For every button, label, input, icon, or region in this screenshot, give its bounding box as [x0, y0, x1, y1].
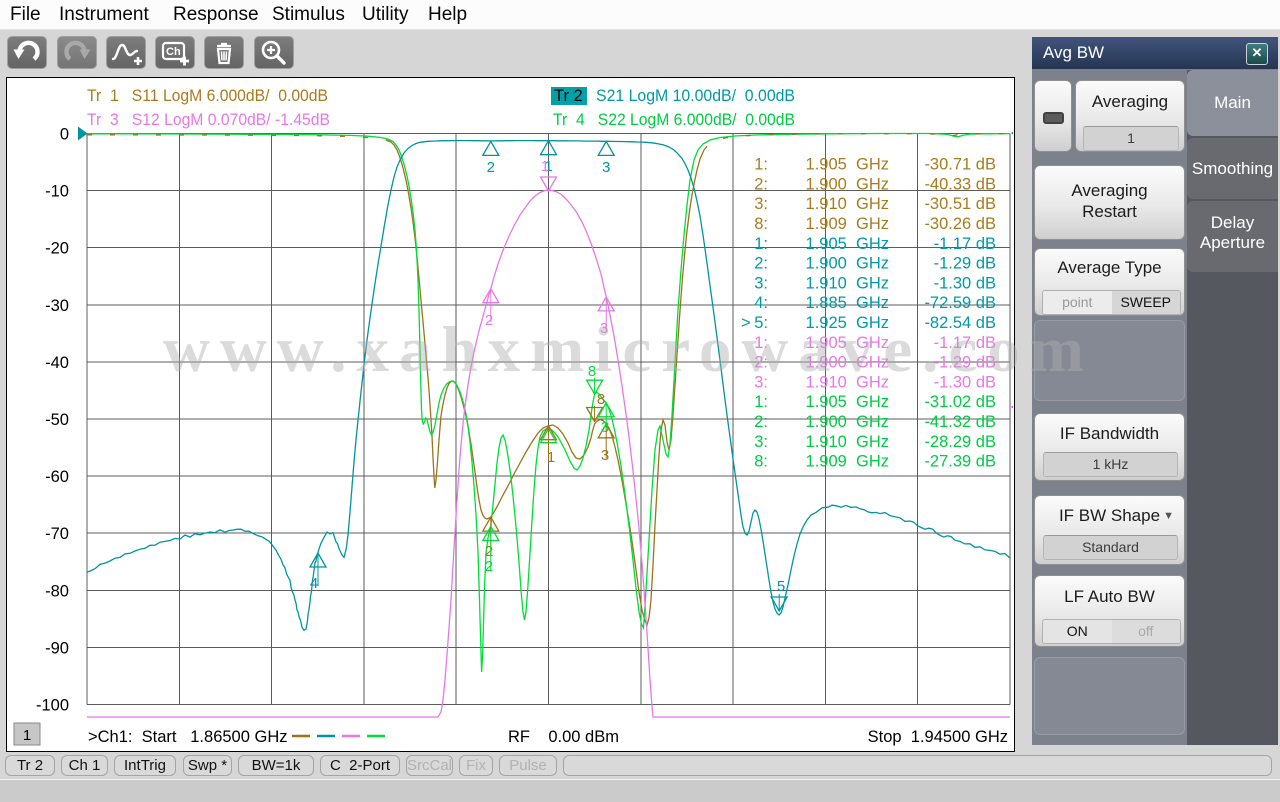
- svg-text:8:: 8:: [754, 215, 768, 233]
- svg-text:3:: 3:: [754, 373, 768, 391]
- svg-text:>: >: [741, 314, 751, 332]
- svg-text:-28.29 dB: -28.29 dB: [924, 433, 996, 451]
- svg-text:Ch: Ch: [166, 46, 181, 58]
- svg-text:3: 3: [601, 419, 609, 436]
- svg-text:-30.51 dB: -30.51 dB: [924, 195, 996, 213]
- svg-text:1.905 GHz: 1.905 GHz: [806, 393, 889, 411]
- svg-text:1:: 1:: [754, 235, 768, 253]
- svg-text:3: 3: [602, 159, 610, 176]
- svg-text:2:: 2:: [754, 175, 768, 193]
- svg-text:1.905 GHz: 1.905 GHz: [806, 334, 889, 352]
- svg-text:S21 LogM 10.00dB/ 0.00dB: S21 LogM 10.00dB/ 0.00dB: [596, 87, 795, 105]
- svg-text:-41.32 dB: -41.32 dB: [924, 413, 996, 431]
- svg-text:1.910 GHz: 1.910 GHz: [806, 195, 889, 213]
- svg-text:-50: -50: [45, 411, 69, 429]
- svg-text:-82.54 dB: -82.54 dB: [924, 314, 996, 332]
- svg-text:1:: 1:: [754, 393, 768, 411]
- svg-text:Tr 3 S12 LogM 0.070dB/ -1.4: Tr 3 S12 LogM 0.070dB/ -1.45dB: [87, 111, 330, 129]
- svg-text:-40.33 dB: -40.33 dB: [924, 175, 996, 193]
- svg-text:2:: 2:: [754, 413, 768, 431]
- svg-text:-1.17 dB: -1.17 dB: [934, 334, 996, 352]
- svg-text:2: 2: [487, 159, 495, 176]
- svg-text:-1.29 dB: -1.29 dB: [934, 354, 996, 372]
- svg-text:-20: -20: [45, 240, 69, 258]
- svg-text:8: 8: [588, 363, 596, 380]
- svg-text:3:: 3:: [754, 433, 768, 451]
- svg-text:1.900 GHz: 1.900 GHz: [806, 175, 889, 193]
- svg-text:1.885 GHz: 1.885 GHz: [806, 294, 889, 312]
- svg-text:1.900 GHz: 1.900 GHz: [806, 354, 889, 372]
- svg-text:1.909 GHz: 1.909 GHz: [806, 453, 889, 471]
- svg-text:5: 5: [777, 578, 785, 595]
- svg-text:-1.30 dB: -1.30 dB: [934, 274, 996, 292]
- svg-text:-30.26 dB: -30.26 dB: [924, 215, 996, 233]
- svg-text:1.905 GHz: 1.905 GHz: [806, 235, 889, 253]
- svg-text:1.910 GHz: 1.910 GHz: [806, 274, 889, 292]
- svg-text:1.905 GHz: 1.905 GHz: [806, 156, 889, 174]
- svg-text:0: 0: [60, 126, 69, 144]
- svg-text:-31.02 dB: -31.02 dB: [924, 393, 996, 411]
- svg-text:3:: 3:: [754, 195, 768, 213]
- svg-text:1.900 GHz: 1.900 GHz: [806, 413, 889, 431]
- svg-text:2:: 2:: [754, 354, 768, 372]
- svg-text:3: 3: [600, 320, 608, 337]
- svg-text:Tr 1 S11 LogM 6.000dB/ 0.0: Tr 1 S11 LogM 6.000dB/ 0.00dB: [87, 87, 328, 105]
- svg-text:-27.39 dB: -27.39 dB: [924, 453, 996, 471]
- svg-text:-10: -10: [45, 183, 69, 201]
- svg-text:-40: -40: [45, 354, 69, 372]
- svg-text:4: 4: [310, 575, 318, 592]
- svg-text:2: 2: [485, 312, 493, 329]
- svg-text:1.900 GHz: 1.900 GHz: [806, 255, 889, 273]
- svg-text:-1.30 dB: -1.30 dB: [934, 373, 996, 391]
- svg-text:-70: -70: [45, 525, 69, 543]
- svg-text:1.909 GHz: 1.909 GHz: [806, 215, 889, 233]
- svg-text:-100: -100: [36, 697, 69, 715]
- svg-text:RF 0.00 dBm: RF 0.00 dBm: [508, 728, 619, 746]
- svg-text:-72.59 dB: -72.59 dB: [924, 294, 996, 312]
- svg-text:8:: 8:: [754, 453, 768, 471]
- svg-text:1.910 GHz: 1.910 GHz: [806, 373, 889, 391]
- svg-text:1:: 1:: [754, 334, 768, 352]
- svg-text:-80: -80: [45, 582, 69, 600]
- svg-text:>Ch1: Start 1.86500 GHz: >Ch1: Start 1.86500 GHz: [88, 728, 287, 746]
- svg-text:1: 1: [541, 158, 549, 175]
- svg-text:4:: 4:: [754, 294, 768, 312]
- svg-text:3:: 3:: [754, 274, 768, 292]
- svg-text:-60: -60: [45, 468, 69, 486]
- svg-text:5:: 5:: [754, 314, 768, 332]
- svg-text:2: 2: [485, 558, 493, 575]
- svg-text:Tr 2: Tr 2: [554, 87, 583, 105]
- svg-text:-30: -30: [45, 297, 69, 315]
- svg-text:1: 1: [23, 727, 31, 744]
- svg-text:1:: 1:: [754, 156, 768, 174]
- svg-text:8: 8: [597, 391, 605, 408]
- svg-text:-1.17 dB: -1.17 dB: [934, 235, 996, 253]
- svg-text:-1.29 dB: -1.29 dB: [934, 255, 996, 273]
- svg-text:Stop 1.94500 GHz: Stop 1.94500 GHz: [868, 728, 1008, 746]
- svg-text:1.925 GHz: 1.925 GHz: [806, 314, 889, 332]
- svg-text:3: 3: [601, 447, 609, 464]
- svg-text:-30.71 dB: -30.71 dB: [924, 156, 996, 174]
- svg-text:-90: -90: [45, 639, 69, 657]
- svg-text:1.910 GHz: 1.910 GHz: [806, 433, 889, 451]
- svg-text:2:: 2:: [754, 255, 768, 273]
- svg-text:Tr 4 S22 LogM 6.000dB/ 0.0: Tr 4 S22 LogM 6.000dB/ 0.00dB: [553, 111, 795, 129]
